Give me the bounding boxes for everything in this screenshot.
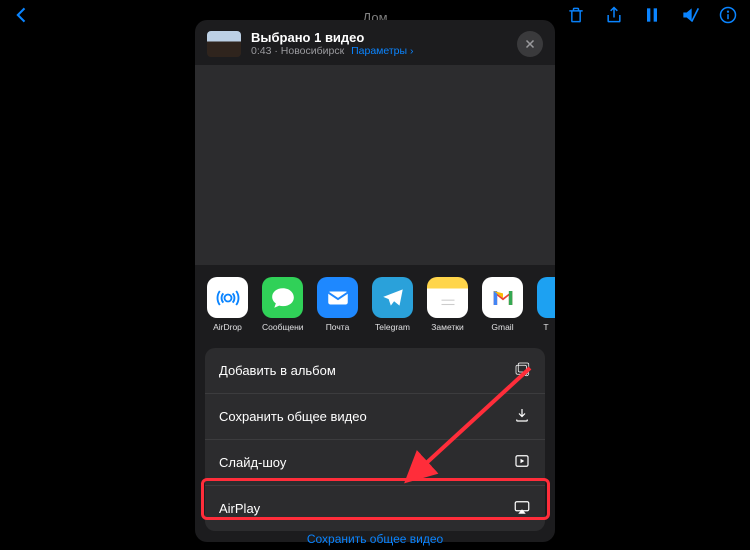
share-app-messages[interactable]: Сообщения bbox=[262, 277, 303, 332]
action-label: Сохранить общее видео bbox=[219, 409, 367, 424]
action-label: Слайд-шоу bbox=[219, 455, 286, 470]
share-preview-area bbox=[195, 65, 555, 265]
mail-icon bbox=[317, 277, 358, 318]
trash-icon[interactable] bbox=[566, 5, 586, 30]
chevron-right-icon: › bbox=[410, 45, 414, 57]
telegram-icon bbox=[372, 277, 413, 318]
action-slideshow[interactable]: Слайд-шоу bbox=[205, 440, 545, 486]
share-app-telegram[interactable]: Telegram bbox=[372, 277, 413, 332]
notes-icon bbox=[427, 277, 468, 318]
share-app-label: Почта bbox=[317, 322, 358, 332]
share-subtitle-text: 0:43 · Новосибирск bbox=[251, 45, 344, 57]
share-sheet: Выбрано 1 видео 0:43 · Новосибирск Парам… bbox=[195, 20, 555, 542]
action-airplay[interactable]: AirPlay bbox=[205, 486, 545, 531]
album-icon bbox=[513, 360, 531, 381]
share-app-more[interactable]: T bbox=[537, 277, 555, 332]
action-add-to-album[interactable]: Добавить в альбом bbox=[205, 348, 545, 394]
mute-icon[interactable] bbox=[680, 5, 700, 30]
share-header-text: Выбрано 1 видео 0:43 · Новосибирск Парам… bbox=[251, 30, 507, 57]
action-label: Добавить в альбом bbox=[219, 363, 336, 378]
share-app-airdrop[interactable]: AirDrop bbox=[207, 277, 248, 332]
share-app-mail[interactable]: Почта bbox=[317, 277, 358, 332]
download-icon bbox=[513, 406, 531, 427]
action-label: AirPlay bbox=[219, 501, 260, 516]
play-box-icon bbox=[513, 452, 531, 473]
share-subtitle: 0:43 · Новосибирск Параметры › bbox=[251, 45, 507, 57]
video-thumbnail bbox=[207, 31, 241, 57]
share-app-label: Заметки bbox=[427, 322, 468, 332]
share-app-label: Сообщения bbox=[262, 322, 303, 332]
actions-list: Добавить в альбом Сохранить общее видео … bbox=[205, 348, 545, 531]
info-icon[interactable] bbox=[718, 5, 738, 30]
back-button[interactable] bbox=[12, 5, 32, 30]
share-app-label: Telegram bbox=[372, 322, 413, 332]
share-app-label: Gmail bbox=[482, 322, 523, 332]
action-save-shared-video[interactable]: Сохранить общее видео bbox=[205, 394, 545, 440]
share-icon[interactable] bbox=[604, 5, 624, 30]
pause-icon[interactable] bbox=[642, 5, 662, 30]
close-button[interactable] bbox=[517, 31, 543, 57]
share-app-notes[interactable]: Заметки bbox=[427, 277, 468, 332]
share-app-label: AirDrop bbox=[207, 322, 248, 332]
share-apps-row[interactable]: AirDrop Сообщения Почта Telegram Заметки bbox=[195, 265, 555, 340]
airplay-icon bbox=[513, 498, 531, 519]
share-app-gmail[interactable]: Gmail bbox=[482, 277, 523, 332]
messages-icon bbox=[262, 277, 303, 318]
gmail-icon bbox=[482, 277, 523, 318]
share-title: Выбрано 1 видео bbox=[251, 30, 507, 45]
footer-save-link[interactable]: Сохранить общее видео bbox=[0, 532, 750, 546]
params-link[interactable]: Параметры bbox=[351, 45, 407, 57]
share-app-label: T bbox=[537, 322, 555, 332]
airdrop-icon bbox=[207, 277, 248, 318]
app-icon-partial bbox=[537, 277, 555, 318]
share-sheet-header: Выбрано 1 видео 0:43 · Новосибирск Парам… bbox=[195, 20, 555, 65]
